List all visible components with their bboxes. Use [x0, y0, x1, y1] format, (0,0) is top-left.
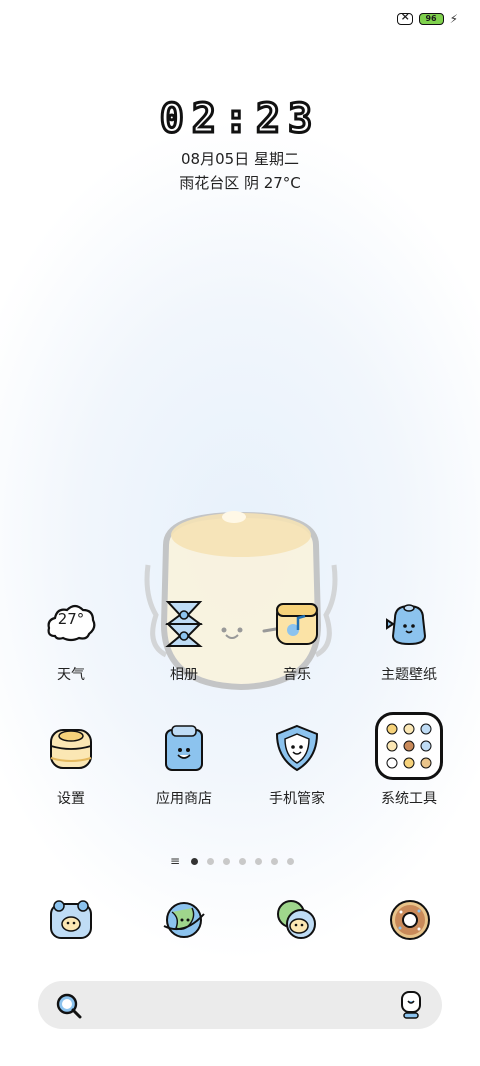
app-label: 系统工具 — [381, 791, 437, 807]
app-label: 相册 — [170, 667, 198, 683]
music-cake-icon — [271, 598, 323, 650]
app-settings[interactable]: 设置 — [16, 722, 126, 808]
dock — [0, 896, 480, 956]
voice-assistant-icon[interactable] — [398, 989, 424, 1021]
page-dot[interactable] — [223, 857, 231, 865]
folder-icon — [375, 712, 443, 780]
page-dot[interactable] — [239, 857, 247, 865]
folder-system-tools[interactable]: 系统工具 — [354, 712, 464, 808]
app-gallery[interactable]: 相册 — [129, 598, 239, 684]
bow-icon — [158, 598, 210, 650]
app-weather[interactable]: 27° 天气 — [16, 598, 126, 684]
app-themes[interactable]: 主题壁纸 — [354, 598, 464, 684]
app-security[interactable]: 手机管家 — [242, 722, 352, 808]
app-label: 手机管家 — [269, 791, 325, 807]
shopping-bag-icon — [158, 722, 210, 774]
app-label: 设置 — [57, 791, 85, 807]
status-bar: 96 ⚡ — [396, 10, 458, 26]
page-dot-active[interactable] — [191, 857, 199, 865]
charging-icon: ⚡ — [449, 12, 458, 26]
weather-summary[interactable]: 雨花台区 阴 27°C — [0, 172, 480, 193]
app-music[interactable]: 音乐 — [242, 598, 352, 684]
app-label: 应用商店 — [156, 791, 212, 807]
phone-icon[interactable] — [47, 896, 95, 944]
page-dot[interactable] — [271, 857, 279, 865]
pancake-icon — [45, 722, 97, 774]
browser-icon[interactable] — [160, 896, 208, 944]
camera-icon[interactable] — [386, 896, 434, 944]
app-store[interactable]: 应用商店 — [129, 722, 239, 808]
weather-cloud-icon: 27° — [45, 598, 97, 650]
weather-temp-text: 27° — [57, 610, 85, 628]
teapot-icon — [383, 598, 435, 650]
messages-icon[interactable] — [273, 896, 321, 944]
menu-lines-icon[interactable]: ≡ — [170, 854, 180, 868]
clock-widget[interactable]: 02:23 — [0, 95, 480, 144]
search-icon[interactable] — [54, 991, 84, 1021]
date-label[interactable]: 08月05日 星期二 — [0, 148, 480, 169]
app-label: 天气 — [57, 667, 85, 683]
page-dot[interactable] — [255, 857, 263, 865]
shield-icon — [271, 722, 323, 774]
page-indicator[interactable]: ≡ — [170, 854, 295, 868]
no-sim-icon — [396, 10, 413, 25]
app-label: 主题壁纸 — [381, 667, 437, 683]
page-dot[interactable] — [207, 857, 215, 865]
page-dot[interactable] — [287, 857, 295, 865]
battery-icon: 96 — [418, 13, 444, 25]
app-label: 音乐 — [283, 667, 311, 683]
search-bar[interactable] — [38, 981, 442, 1029]
